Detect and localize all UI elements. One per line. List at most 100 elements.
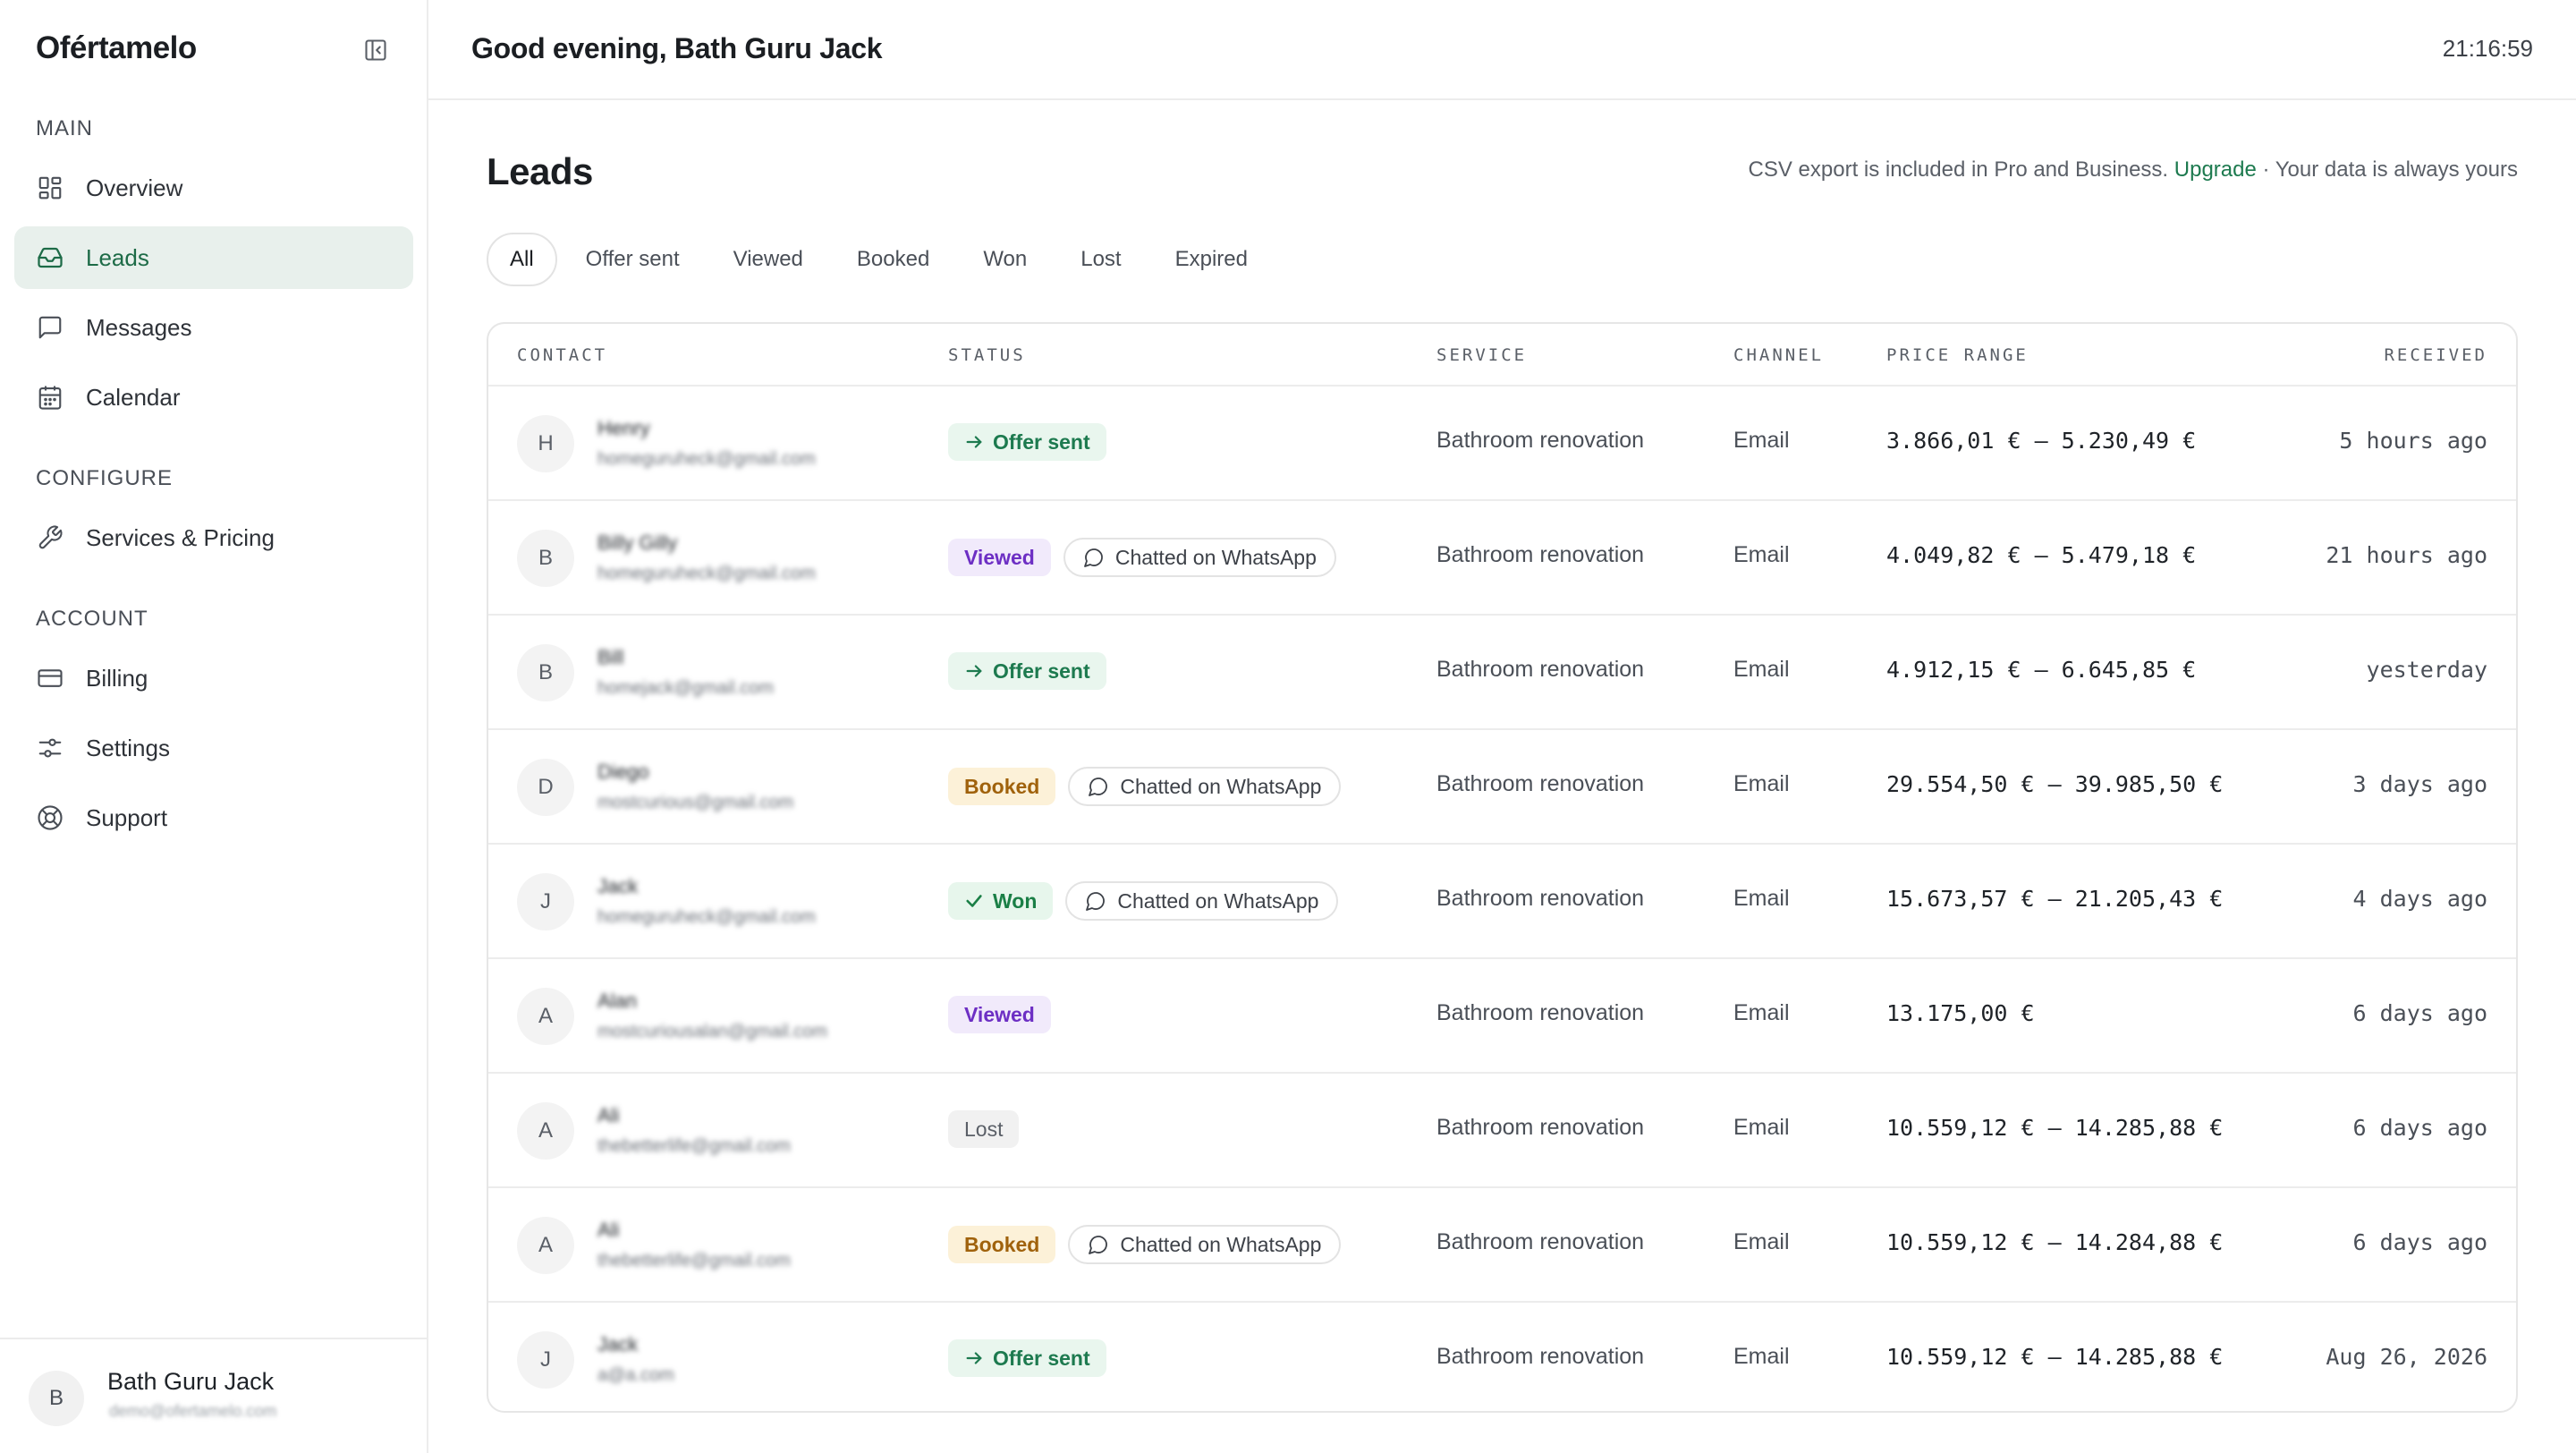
status-cell: Offer sent bbox=[948, 652, 1106, 690]
received-cell: 6 days ago bbox=[2352, 1115, 2487, 1141]
sidebar-item-services-pricing[interactable]: Services & Pricing bbox=[14, 506, 413, 569]
column-header-received[interactable]: RECEIVED bbox=[2384, 345, 2487, 365]
table-row[interactable]: J Jack homeguruheck@gmail.com Won Chatted on… bbox=[488, 845, 2516, 959]
contact-name: Jack bbox=[597, 1333, 639, 1355]
status-cell: Lost bbox=[948, 1110, 1020, 1148]
channel-cell: Email bbox=[1733, 1000, 1790, 1025]
avatar: D bbox=[517, 759, 574, 816]
sidebar-item-overview[interactable]: Overview bbox=[14, 157, 413, 219]
leads-table: CONTACT STATUS SERVICE CHANNEL PRICE RAN… bbox=[487, 322, 2518, 1413]
table-row[interactable]: A Ali thebetterlife@gmail.com Lost Bathroom … bbox=[488, 1074, 2516, 1188]
sidebar-item-calendar[interactable]: Calendar bbox=[14, 366, 413, 429]
status-cell: Booked Chatted on WhatsApp bbox=[948, 767, 1342, 806]
chat-label: Chatted on WhatsApp bbox=[1120, 774, 1322, 798]
contact-name: Ali bbox=[597, 1219, 620, 1241]
chat-label: Chatted on WhatsApp bbox=[1120, 1232, 1322, 1256]
arrow-right-icon bbox=[964, 661, 984, 681]
avatar: B bbox=[29, 1371, 84, 1426]
contact-email: mostcuriousalan@gmail.com bbox=[597, 1022, 828, 1041]
avatar: H bbox=[517, 415, 574, 472]
price-range-cell: 10.559,12 € – 14.284,88 € bbox=[1886, 1229, 2224, 1255]
contact-name: Diego bbox=[597, 760, 649, 783]
service-cell: Bathroom renovation bbox=[1436, 657, 1645, 682]
channel-cell: Email bbox=[1733, 1115, 1790, 1140]
whatsapp-chat-chip: Chatted on WhatsApp bbox=[1068, 1225, 1342, 1264]
column-header-status[interactable]: STATUS bbox=[948, 345, 1026, 365]
avatar: J bbox=[517, 1331, 574, 1389]
status-label: Offer sent bbox=[993, 1346, 1090, 1370]
channel-cell: Email bbox=[1733, 428, 1790, 453]
tab-viewed[interactable]: Viewed bbox=[708, 233, 828, 286]
contact-email: thebetterlife@gmail.com bbox=[597, 1136, 791, 1156]
status-label: Booked bbox=[964, 774, 1040, 798]
table-row[interactable]: H Henry homeguruheck@gmail.com Offer sent Ba… bbox=[488, 387, 2516, 501]
arrow-right-icon bbox=[964, 432, 984, 452]
column-header-price-range[interactable]: PRICE RANGE bbox=[1886, 345, 2029, 365]
column-header-service[interactable]: SERVICE bbox=[1436, 345, 1527, 365]
sidebar-toggle-icon bbox=[365, 39, 386, 61]
app-root: Ofértamelo MAIN Overview Leads Messages bbox=[0, 0, 2576, 1453]
status-badge: Booked bbox=[948, 768, 1056, 805]
status-label: Booked bbox=[964, 1232, 1040, 1256]
collapse-sidebar-button[interactable] bbox=[361, 36, 390, 64]
chat-label: Chatted on WhatsApp bbox=[1114, 545, 1317, 569]
chat-bubble-icon bbox=[1088, 1234, 1109, 1255]
service-cell: Bathroom renovation bbox=[1436, 542, 1645, 567]
tab-all[interactable]: All bbox=[487, 233, 557, 286]
topbar: Good evening, Bath Guru Jack 21:16:59 bbox=[428, 0, 2576, 100]
channel-cell: Email bbox=[1733, 886, 1790, 911]
service-cell: Bathroom renovation bbox=[1436, 1229, 1645, 1254]
check-icon bbox=[964, 891, 984, 911]
channel-cell: Email bbox=[1733, 771, 1790, 796]
account-email: demo@ofertamelo.com bbox=[109, 1402, 277, 1420]
sidebar-item-settings[interactable]: Settings bbox=[14, 717, 413, 779]
sidebar-item-support[interactable]: Support bbox=[14, 786, 413, 849]
channel-cell: Email bbox=[1733, 542, 1790, 567]
sidebar-item-messages[interactable]: Messages bbox=[14, 296, 413, 359]
tab-lost[interactable]: Lost bbox=[1055, 233, 1146, 286]
column-header-contact[interactable]: CONTACT bbox=[517, 345, 607, 365]
column-header-channel[interactable]: CHANNEL bbox=[1733, 345, 1824, 365]
section-label-main: MAIN bbox=[36, 116, 93, 140]
grid-icon bbox=[36, 174, 64, 202]
table-row[interactable]: A Ali thebetterlife@gmail.com Booked Chatted… bbox=[488, 1188, 2516, 1303]
table-row[interactable]: A Alan mostcuriousalan@gmail.com Viewed Bath… bbox=[488, 959, 2516, 1074]
contact-name: Jack bbox=[597, 875, 639, 897]
price-range-cell: 3.866,01 € – 5.230,49 € bbox=[1886, 428, 2197, 454]
status-badge: Offer sent bbox=[948, 652, 1106, 690]
contact-name: Billy Gilly bbox=[597, 531, 678, 554]
csv-note-text: CSV export is included in Pro and Busine… bbox=[1748, 157, 2169, 182]
clock: 21:16:59 bbox=[2442, 35, 2533, 62]
price-range-cell: 4.912,15 € – 6.645,85 € bbox=[1886, 657, 2197, 683]
sidebar-item-label: Messages bbox=[86, 313, 192, 341]
contact-email: thebetterlife@gmail.com bbox=[597, 1251, 791, 1270]
status-badge: Offer sent bbox=[948, 1339, 1106, 1377]
table-row[interactable]: B Billy Gilly homeguruheck@gmail.com Viewed… bbox=[488, 501, 2516, 616]
main-content: Good evening, Bath Guru Jack 21:16:59 Le… bbox=[428, 0, 2576, 1453]
sliders-icon bbox=[36, 734, 64, 762]
upgrade-link[interactable]: Upgrade bbox=[2174, 157, 2257, 182]
account-menu[interactable]: B Bath Guru Jack demo@ofertamelo.com bbox=[0, 1338, 427, 1453]
table-row[interactable]: D Diego mostcurious@gmail.com Booked Chatted… bbox=[488, 730, 2516, 845]
tab-booked[interactable]: Booked bbox=[832, 233, 954, 286]
table-row[interactable]: J Jack a@a.com Offer sent Bathroom renovatio… bbox=[488, 1303, 2516, 1411]
sidebar-item-label: Services & Pricing bbox=[86, 523, 275, 551]
status-label: Offer sent bbox=[993, 659, 1090, 683]
received-cell: 21 hours ago bbox=[2326, 542, 2487, 568]
sidebar-item-leads[interactable]: Leads bbox=[14, 226, 413, 289]
status-badge: Lost bbox=[948, 1110, 1020, 1148]
account-name: Bath Guru Jack bbox=[107, 1368, 275, 1395]
contact-email: mostcurious@gmail.com bbox=[597, 793, 794, 812]
price-range-cell: 4.049,82 € – 5.479,18 € bbox=[1886, 542, 2197, 568]
sidebar-item-billing[interactable]: Billing bbox=[14, 647, 413, 710]
credit-card-icon bbox=[36, 664, 64, 693]
tab-offer-sent[interactable]: Offer sent bbox=[561, 233, 705, 286]
arrow-right-icon bbox=[964, 1348, 984, 1368]
tab-won[interactable]: Won bbox=[958, 233, 1052, 286]
price-range-cell: 13.175,00 € bbox=[1886, 1000, 2035, 1026]
table-row[interactable]: B Bill homejack@gmail.com Offer sent Bathroo… bbox=[488, 616, 2516, 730]
status-badge: Viewed bbox=[948, 996, 1051, 1033]
tab-expired[interactable]: Expired bbox=[1150, 233, 1273, 286]
status-badge: Booked bbox=[948, 1226, 1056, 1263]
avatar: A bbox=[517, 1217, 574, 1274]
